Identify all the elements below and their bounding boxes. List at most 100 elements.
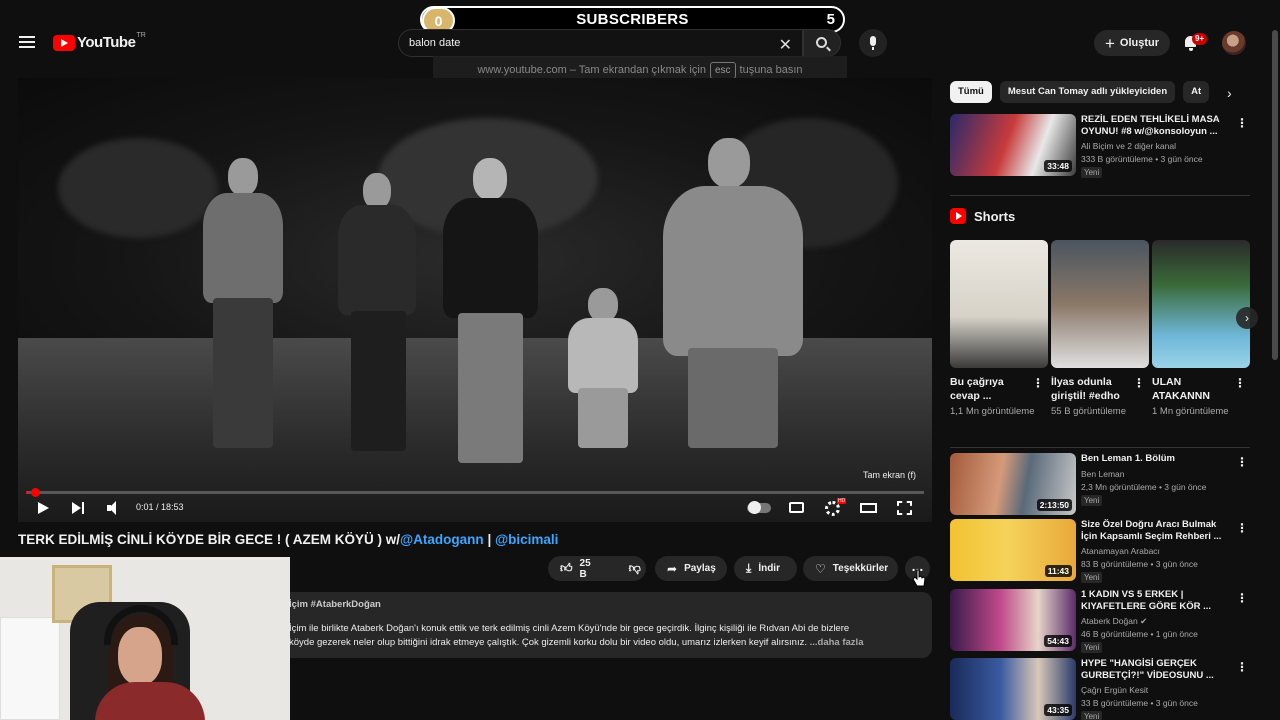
video-meta: 33 B görüntüleme • 3 gün önce [1081,698,1198,708]
more-options-icon[interactable]: ⋮ [1032,376,1044,390]
description-tags: İçim #AtaberkDoğan [289,599,381,610]
recommended-video[interactable]: 54:43 1 KADIN VS 5 ERKEK | KIYAFETLERE G… [950,589,1250,653]
search-icon [816,37,827,48]
dislike-icon: 👎︎ [628,561,641,575]
video-meta: 83 B görüntüleme • 3 gün önce [1081,559,1198,569]
recommended-video[interactable]: 43:35 HYPE "HANGİSİ GERÇEK GURBETÇİ?!" V… [950,658,1250,720]
webcam-overlay [0,557,290,720]
theater-icon[interactable] [860,503,877,513]
video-thumbnail[interactable]: 2:13:50 [950,453,1076,515]
more-options-icon[interactable]: ⋮ [1236,455,1248,469]
time-display: 0:01 / 18:53 [136,502,184,512]
logo-region: TR [136,32,146,39]
short-item[interactable]: İlyas odunla giriştiİ! #edho 55 B görünt… [1051,240,1149,418]
short-views: 1 Mn görüntüleme [1152,406,1229,417]
video-title[interactable]: Size Özel Doğru Aracı Bulmak İçin Kapsam… [1081,519,1231,543]
video-title[interactable]: HYPE "HANGİSİ GERÇEK GURBETÇİ?!" VİDEOSU… [1081,658,1231,682]
thanks-icon: ♡ [815,561,826,576]
share-button[interactable]: ➦ Paylaş [655,556,727,581]
video-title-text: TERK EDİLMİŞ CİNLİ KÖYDE BİR GECE ! ( AZ… [18,532,401,547]
short-thumbnail[interactable] [950,240,1048,368]
mention-link[interactable]: @Atadogann [400,532,484,547]
short-title[interactable]: ULAN ATAKANNN [1152,375,1232,403]
more-options-icon[interactable]: ⋮ [1236,521,1248,535]
video-title[interactable]: REZİL EDEN TEHLİKELİ MASA OYUNU! #8 w/@k… [1081,114,1231,138]
thanks-button[interactable]: ♡ Teşekkürler [803,556,898,581]
shorts-icon [950,208,966,224]
shorts-label: Shorts [974,208,1016,224]
chevron-right-icon[interactable]: › [1236,307,1258,329]
show-more-link[interactable]: ...daha fazla [810,637,864,648]
esc-key: esc [709,61,736,79]
create-button[interactable]: + Oluştur [1094,30,1170,56]
avatar[interactable] [1222,31,1246,55]
channel-name[interactable]: Ali Biçim ve 2 diğer kanal [1081,141,1176,151]
short-thumbnail[interactable] [1152,240,1250,368]
video-meta: 333 B görüntüleme • 3 gün önce [1081,154,1203,164]
volume-icon[interactable] [107,501,123,515]
dislike-button[interactable]: 👎︎ [617,556,653,581]
video-player[interactable]: Tam ekran (f) 0:01 / 18:53 HD [18,78,932,522]
scrollbar[interactable] [1272,30,1278,360]
video-thumbnail[interactable]: 54:43 [950,589,1076,651]
search-button[interactable] [803,29,841,57]
channel-name[interactable]: Ben Leman [1081,469,1124,479]
more-options-icon[interactable]: ⋮ [1234,376,1246,390]
description-box[interactable]: İçim #AtaberkDoğan İçim ile birlikte Ata… [282,592,932,658]
more-options-icon[interactable]: ⋮ [1133,376,1145,390]
more-options-icon[interactable]: ⋮ [1236,660,1248,674]
progress-bar[interactable] [26,488,924,497]
video-tree [58,138,218,238]
voice-search-button[interactable] [859,29,887,57]
short-item[interactable]: ULAN ATAKANNN 1 Mn görüntüleme ⋮ [1152,240,1250,418]
more-options-icon[interactable]: ⋮ [1236,591,1248,605]
recommended-video[interactable]: 11:43 Size Özel Doğru Aracı Bulmak İçin … [950,519,1250,583]
video-title[interactable]: 1 KADIN VS 5 ERKEK | KIYAFETLERE GÖRE KÖ… [1081,589,1231,613]
next-icon[interactable] [72,502,86,514]
channel-name[interactable]: Çağrı Ergün Kesit [1081,685,1148,695]
play-icon[interactable] [38,502,49,514]
recommended-video[interactable]: 33:48 REZİL EDEN TEHLİKELİ MASA OYUNU! #… [950,114,1250,178]
short-item[interactable]: Bu çağrıya cevap ... 1,1 Mn görüntüleme … [950,240,1048,418]
clear-search-icon[interactable]: ✕ [779,35,792,55]
plus-icon: + [1104,33,1115,53]
description-line-2: köyde gezerek neler olup bittiğini idrak… [289,637,932,648]
short-views: 55 B görüntüleme [1051,406,1126,417]
progress-fill [26,491,27,494]
scrubber-handle[interactable] [31,488,40,497]
video-thumbnail[interactable]: 33:48 [950,114,1076,176]
youtube-logo-icon [53,34,75,51]
more-options-icon[interactable]: ⋮ [1236,116,1248,130]
channel-name[interactable]: Atanamayan Arabacı [1081,546,1160,556]
video-title[interactable]: Ben Leman 1. Bölüm [1081,453,1231,465]
menu-icon[interactable] [19,36,35,49]
channel-name[interactable]: Ataberk Doğan ✔ [1081,616,1147,627]
subscriber-right-count: 5 [826,11,835,28]
video-duration: 33:48 [1044,160,1072,172]
mention-link[interactable]: @bicimali [495,532,558,547]
autoplay-toggle[interactable] [747,501,771,514]
download-icon: ⤓ [746,561,752,575]
short-thumbnail[interactable] [1051,240,1149,368]
youtube-logo[interactable]: YouTube TR [53,32,146,51]
video-meta: 2,3 Mn görüntüleme • 3 gün önce [1081,482,1207,492]
webcam-shelf [0,617,60,720]
search-box[interactable]: ✕ [398,29,803,57]
search-input[interactable] [409,37,769,49]
chip-uploader[interactable]: Mesut Can Tomay adlı yükleyiciden [999,81,1176,103]
short-title[interactable]: Bu çağrıya cevap ... [950,375,1030,403]
captions-icon[interactable] [789,502,804,513]
chevron-right-icon[interactable]: › [1227,85,1232,101]
description-line: İçim ile birlikte Ataberk Doğan'ı konuk … [289,623,850,634]
like-button[interactable]: 👍︎ 25 B [548,556,603,581]
short-title[interactable]: İlyas odunla giriştiİ! #edho [1051,375,1131,403]
divider [950,195,1250,196]
new-badge: Yeni [1081,711,1103,720]
video-thumbnail[interactable]: 43:35 [950,658,1076,720]
new-badge: Yeni [1081,167,1103,178]
download-button[interactable]: ⤓ İndir [734,556,797,581]
video-thumbnail[interactable]: 11:43 [950,519,1076,581]
recommended-video[interactable]: 2:13:50 Ben Leman 1. Bölüm Ben Leman 2,3… [950,453,1250,517]
chip-all[interactable]: Tümü [950,81,992,103]
chip-more[interactable]: At [1183,81,1210,103]
